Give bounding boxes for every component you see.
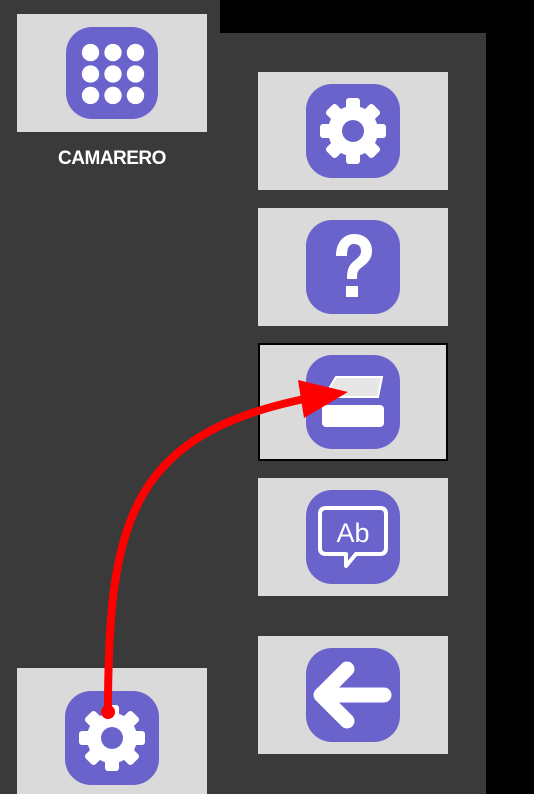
back-button[interactable] — [258, 636, 448, 754]
bottom-settings-button[interactable] — [17, 668, 207, 794]
scanner-icon — [306, 355, 400, 449]
settings-button[interactable] — [258, 72, 448, 190]
settings-gear-icon — [65, 691, 159, 785]
help-question-icon — [306, 220, 400, 314]
help-button[interactable] — [258, 208, 448, 326]
back-arrow-icon — [306, 648, 400, 742]
language-icon-text: Ab — [336, 518, 369, 548]
user-menu-button[interactable] — [17, 14, 207, 132]
grid-menu-icon — [66, 27, 158, 119]
settings-gear-icon — [306, 84, 400, 178]
user-role-label: CAMARERO — [58, 148, 166, 169]
app-screen: CAMARERO Ab — [0, 0, 534, 794]
language-speech-bubble-icon: Ab — [306, 490, 400, 584]
language-button[interactable]: Ab — [258, 478, 448, 596]
scanner-button[interactable] — [258, 343, 448, 461]
